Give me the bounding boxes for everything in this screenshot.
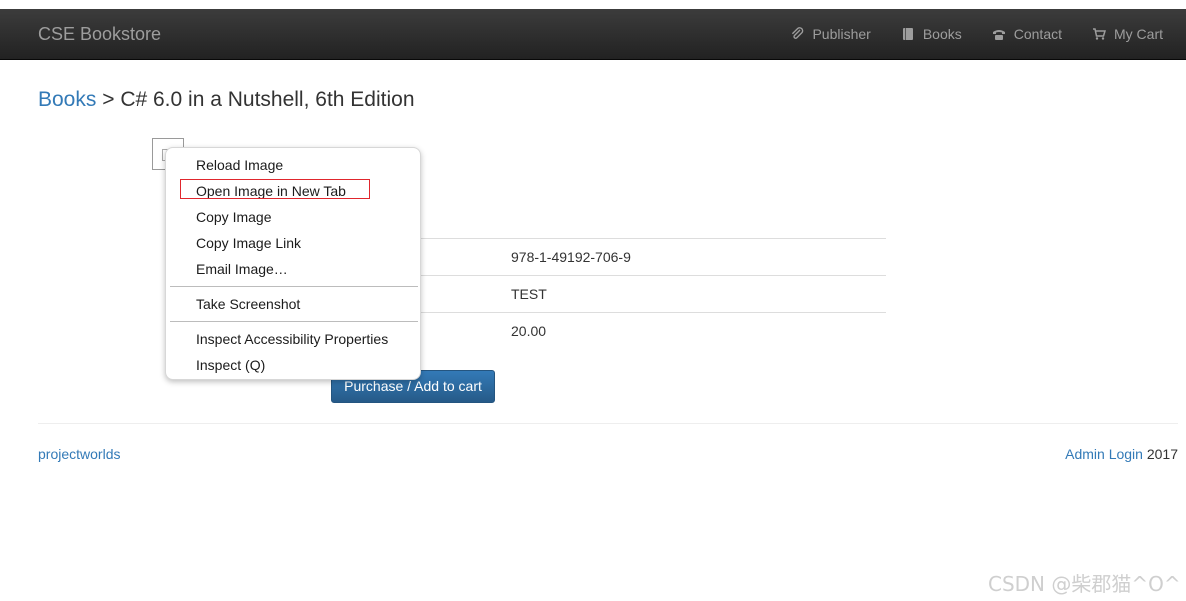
nav-item-cart[interactable]: My Cart xyxy=(1077,9,1178,59)
navbar-menu: Publisher Books Contact My Cart xyxy=(775,9,1178,59)
breadcrumb-separator: > xyxy=(102,88,115,111)
highlight-annotation-box xyxy=(180,179,370,199)
phone-icon xyxy=(992,27,1006,41)
footer-projectworlds-link[interactable]: projectworlds xyxy=(38,446,120,462)
menu-item-email-image[interactable]: Email Image… xyxy=(196,260,288,278)
menu-item-copy-image-link[interactable]: Copy Image Link xyxy=(196,234,301,252)
nav-label-cart: My Cart xyxy=(1114,26,1163,42)
footer-year: 2017 xyxy=(1146,446,1178,462)
nav-label-contact: Contact xyxy=(1013,26,1062,42)
menu-item-reload-image[interactable]: Reload Image xyxy=(196,156,283,174)
menu-item-copy-image[interactable]: Copy Image xyxy=(196,208,271,226)
navbar-brand[interactable]: CSE Bookstore xyxy=(38,9,161,59)
menu-separator xyxy=(170,286,418,287)
menu-item-inspect-accessibility[interactable]: Inspect Accessibility Properties xyxy=(196,330,388,348)
detail-value-price: 20.00 xyxy=(503,312,886,349)
paperclip-icon xyxy=(790,27,804,41)
footer-divider xyxy=(38,423,1178,424)
nav-item-books[interactable]: Books xyxy=(886,9,977,59)
window-top-strip xyxy=(0,0,1186,9)
nav-label-books: Books xyxy=(922,26,962,42)
nav-label-publisher: Publisher xyxy=(812,26,871,42)
breadcrumb-current: C# 6.0 in a Nutshell, 6th Edition xyxy=(120,88,415,111)
navbar: CSE Bookstore Publisher Books Contact My… xyxy=(0,9,1186,60)
detail-value-isbn: 978-1-49192-706-9 xyxy=(503,238,886,276)
menu-item-inspect[interactable]: Inspect (Q) xyxy=(196,356,265,374)
menu-separator xyxy=(170,321,418,322)
footer-right: Admin Login 2017 xyxy=(1065,446,1178,462)
admin-login-link[interactable]: Admin Login xyxy=(1065,446,1143,462)
cart-icon xyxy=(1092,27,1106,41)
breadcrumb: Books > C# 6.0 in a Nutshell, 6th Editio… xyxy=(38,86,415,114)
detail-value-publisher: TEST xyxy=(503,275,886,313)
nav-item-contact[interactable]: Contact xyxy=(977,9,1077,59)
breadcrumb-books-link[interactable]: Books xyxy=(38,88,96,111)
book-icon xyxy=(901,27,915,41)
menu-item-take-screenshot[interactable]: Take Screenshot xyxy=(196,295,300,313)
nav-item-publisher[interactable]: Publisher xyxy=(775,9,885,59)
watermark-text: CSDN @柴郡猫^O^ xyxy=(988,572,1181,596)
